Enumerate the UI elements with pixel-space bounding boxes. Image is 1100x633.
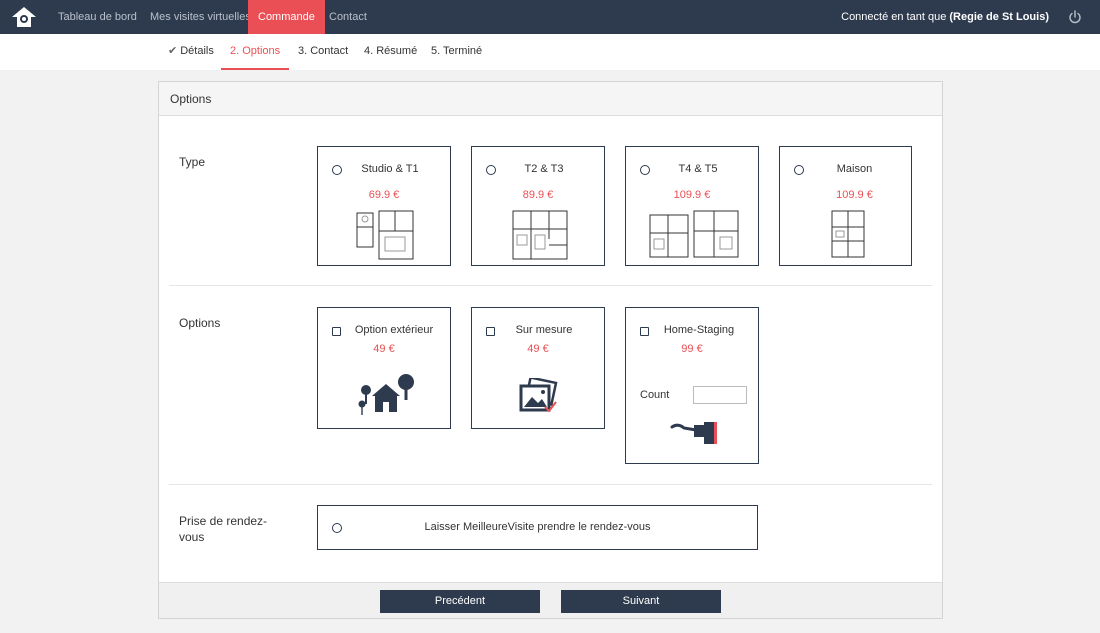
type-price-studio: 69.9 € (368, 189, 400, 201)
panel-title: Options (170, 92, 212, 106)
option-price-home-staging: 99 € (681, 343, 703, 355)
type-title-t4-t5: T4 & T5 (678, 163, 718, 175)
logo-icon[interactable] (11, 6, 37, 28)
rdv-option-card[interactable]: Laisser MeilleureVisite prendre le rende… (317, 505, 758, 550)
option-title-home-staging: Home-Staging (663, 324, 735, 336)
photo-frame-icon (519, 378, 558, 413)
type-price-t2-t3: 89.9 € (522, 189, 554, 201)
step-details[interactable]: ✔ Détails (159, 34, 223, 70)
step-options[interactable]: 2. Options (221, 34, 290, 70)
options-panel: Options Type Studio & T1 69.9 € T2 & T3 … (158, 81, 943, 619)
user-prefix: Connecté en tant que (841, 11, 950, 23)
rdv-option-label: Laisser MeilleureVisite prendre le rende… (424, 521, 651, 533)
floorplan-icon (512, 210, 568, 260)
step-contact[interactable]: 3. Contact (289, 34, 357, 70)
type-card-t2-t3[interactable]: T2 & T3 89.9 € (471, 146, 605, 266)
option-price-custom: 49 € (527, 343, 549, 355)
floorplan-icon (356, 210, 414, 260)
floorplan-icon (649, 210, 739, 258)
option-card-exterior[interactable]: Option extérieur 49 € (317, 307, 451, 429)
option-price-exterior: 49 € (373, 343, 395, 355)
options-label: Options (179, 316, 221, 330)
power-icon[interactable] (1068, 10, 1082, 24)
previous-button[interactable]: Precédent (380, 590, 540, 613)
type-price-maison: 109.9 € (836, 189, 873, 201)
count-label: Count (640, 389, 670, 401)
step-bar: ✔ Détails 2. Options 3. Contact 4. Résumé… (0, 34, 1100, 70)
house-trees-icon (358, 374, 414, 415)
type-title-maison: Maison (836, 163, 873, 175)
check-icon: ✔ (168, 45, 178, 57)
step-done[interactable]: 5. Terminé (422, 34, 491, 70)
next-button[interactable]: Suivant (561, 590, 721, 613)
paint-brush-icon (670, 422, 717, 444)
step-summary[interactable]: 4. Résumé (355, 34, 426, 70)
nav-link-dashboard[interactable]: Tableau de bord (48, 0, 147, 34)
user-info: Connecté en tant que (Regie de St Louis) (841, 0, 1049, 34)
option-title-custom: Sur mesure (515, 324, 573, 336)
nav-link-contact[interactable]: Contact (319, 0, 377, 34)
step-details-label: Détails (180, 45, 214, 57)
type-label: Type (179, 155, 206, 169)
type-card-maison[interactable]: Maison 109.9 € (779, 146, 912, 266)
nav-link-order[interactable]: Commande (248, 0, 325, 34)
type-price-t4-t5: 109.9 € (673, 189, 711, 201)
rdv-label: Prise de rendez-vous (179, 514, 268, 544)
panel-footer: Precédent Suivant (159, 582, 942, 618)
section-divider (169, 484, 932, 485)
option-card-custom[interactable]: Sur mesure 49 € (471, 307, 605, 429)
type-title-studio: Studio & T1 (361, 163, 419, 175)
nav-link-virtual-tours[interactable]: Mes visites virtuelles (140, 0, 261, 34)
top-navbar: Tableau de bord Mes visites virtuelles C… (0, 0, 1100, 34)
option-title-exterior: Option extérieur (354, 324, 434, 336)
panel-header: Options (159, 82, 942, 116)
count-input[interactable] (693, 386, 747, 404)
type-title-t2-t3: T2 & T3 (524, 163, 564, 175)
type-card-studio[interactable]: Studio & T1 69.9 € (317, 146, 451, 266)
user-name: (Regie de St Louis) (949, 11, 1049, 23)
floorplan-icon (831, 210, 865, 258)
option-card-home-staging[interactable]: Home-Staging 99 € Count (625, 307, 759, 464)
type-card-t4-t5[interactable]: T4 & T5 109.9 € (625, 146, 759, 266)
section-divider (169, 285, 932, 286)
